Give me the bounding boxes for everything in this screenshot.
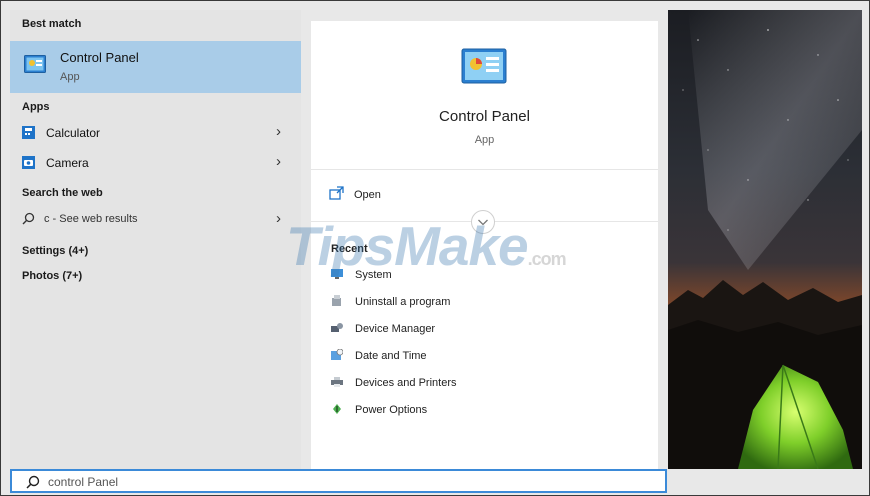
apps-header: Apps xyxy=(22,101,50,113)
search-input[interactable] xyxy=(48,474,648,490)
recent-item-date-time[interactable]: Date and Time xyxy=(331,347,631,367)
recent-item-power-options[interactable]: Power Options xyxy=(331,401,631,421)
recent-label: System xyxy=(355,269,392,281)
app-label: Camera xyxy=(46,156,89,170)
best-match-header: Best match xyxy=(22,18,82,30)
detail-app-name: Control Panel xyxy=(439,108,530,125)
search-icon xyxy=(26,475,40,489)
recent-label: Date and Time xyxy=(355,350,427,362)
recent-item-devices-printers[interactable]: Devices and Printers xyxy=(331,374,631,394)
camera-icon xyxy=(22,156,35,169)
system-icon xyxy=(331,269,343,279)
recent-label: Power Options xyxy=(355,404,428,416)
open-icon xyxy=(329,186,344,200)
best-match-subtitle: App xyxy=(60,71,80,83)
calculator-icon xyxy=(22,126,35,139)
device-manager-icon xyxy=(331,323,343,332)
divider xyxy=(311,169,658,170)
recent-item-uninstall[interactable]: Uninstall a program xyxy=(331,293,631,313)
recent-label: Device Manager xyxy=(355,323,436,335)
chevron-right-icon[interactable]: › xyxy=(276,210,281,227)
printer-icon xyxy=(331,377,343,387)
app-label: Calculator xyxy=(46,126,101,140)
detail-pane: Control Panel App Open Recent System Uni… xyxy=(311,21,658,469)
detail-app-type: App xyxy=(474,134,495,146)
app-item-camera[interactable]: Camera › xyxy=(10,150,301,176)
chevron-down-icon xyxy=(478,219,488,226)
web-search-result[interactable]: c - See web results › xyxy=(10,207,301,233)
expand-button[interactable] xyxy=(471,210,495,234)
date-time-icon xyxy=(331,349,343,360)
uninstall-icon xyxy=(332,295,341,306)
power-icon xyxy=(333,404,341,414)
photos-category[interactable]: Photos (7+) xyxy=(22,270,82,282)
desktop-background-image xyxy=(668,10,862,469)
start-menu-window: Best match Control Panel App Apps Calcul… xyxy=(0,0,870,496)
search-box[interactable] xyxy=(10,469,667,493)
control-panel-icon xyxy=(461,48,507,84)
recent-header: Recent xyxy=(331,243,368,255)
open-label: Open xyxy=(354,189,381,201)
search-web-header: Search the web xyxy=(22,187,103,199)
recent-label: Devices and Printers xyxy=(355,377,457,389)
settings-category[interactable]: Settings (4+) xyxy=(22,245,88,257)
night-sky-tent-image xyxy=(668,10,862,469)
results-pane: Best match Control Panel App Apps Calcul… xyxy=(10,10,301,469)
app-item-calculator[interactable]: Calculator › xyxy=(10,120,301,146)
best-match-item[interactable]: Control Panel App xyxy=(10,41,301,93)
chevron-right-icon[interactable]: › xyxy=(276,123,281,140)
control-panel-icon xyxy=(24,55,46,73)
recent-label: Uninstall a program xyxy=(355,296,451,308)
recent-item-device-manager[interactable]: Device Manager xyxy=(331,320,631,340)
search-icon xyxy=(22,212,35,225)
best-match-title: Control Panel xyxy=(60,50,139,65)
web-result-label: c - See web results xyxy=(44,213,138,225)
chevron-right-icon[interactable]: › xyxy=(276,153,281,170)
recent-item-system[interactable]: System xyxy=(331,266,631,286)
